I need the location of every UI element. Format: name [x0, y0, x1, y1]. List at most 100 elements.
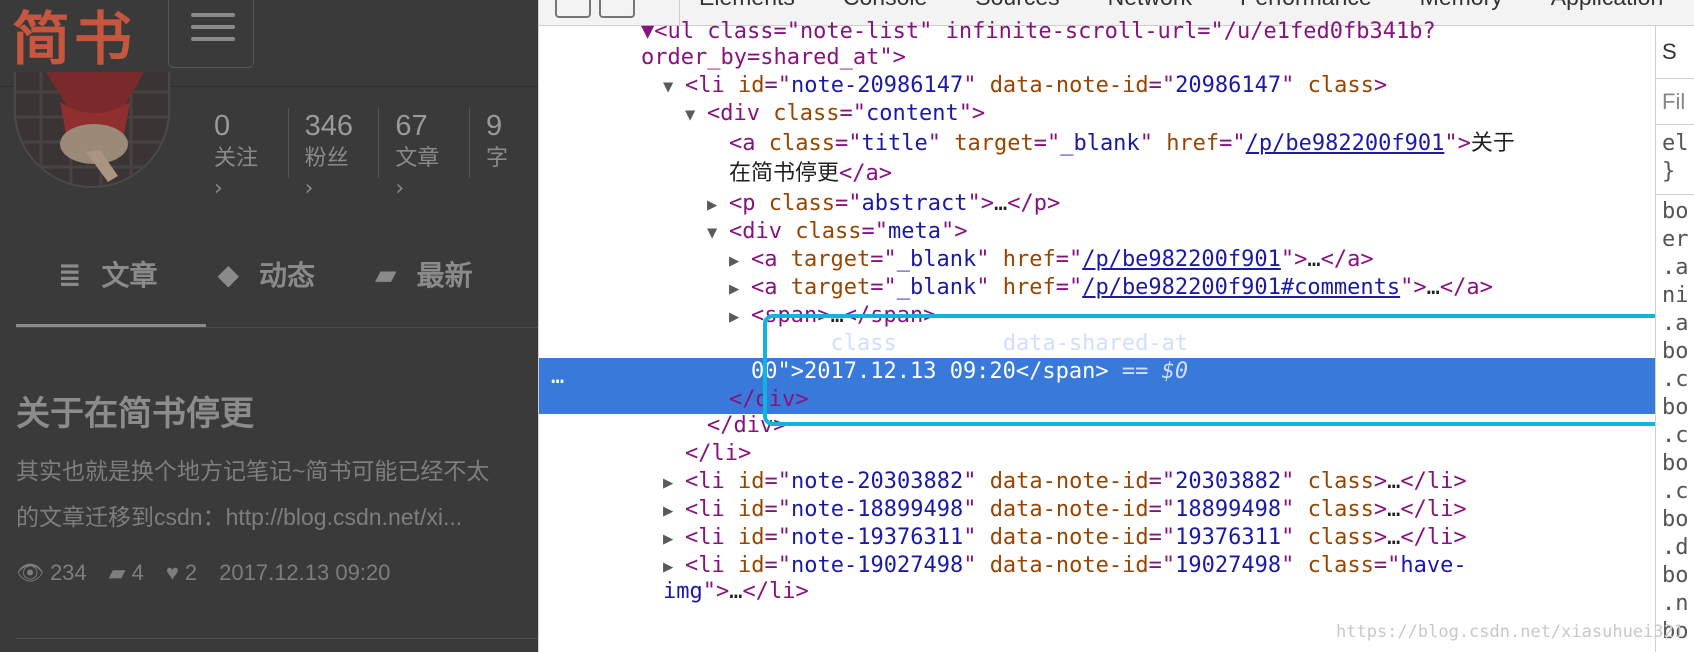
note-views[interactable]: 234	[50, 560, 87, 586]
heart-icon: ♥	[165, 560, 179, 585]
tab-latest-comments[interactable]: ▰ 最新	[375, 254, 473, 294]
dom-node-li[interactable]: ▼ <li id="note-20986147" data-note-id="20…	[663, 72, 1387, 100]
tab-memory[interactable]: Memory	[1420, 0, 1503, 11]
style-rule: bo	[1662, 339, 1689, 364]
tab-elements[interactable]: Elements	[699, 0, 795, 11]
jianshu-logo[interactable]: 简书	[12, 0, 136, 76]
tab-sources[interactable]: Sources	[975, 0, 1059, 11]
tab-console[interactable]: Console	[843, 0, 927, 11]
dom-node-meta-a1[interactable]: ▶ <a target="_blank" href="/p/be982200f90…	[729, 246, 1374, 274]
styles-tab[interactable]: S	[1662, 38, 1677, 66]
stat-label: 字	[485, 146, 508, 171]
tab-label: 最新	[416, 259, 473, 292]
dom-node-div-meta[interactable]: ▼ <div class="meta">	[707, 218, 967, 246]
style-rule: er	[1662, 227, 1689, 252]
styles-divider	[1656, 124, 1694, 125]
avatar-image	[16, 72, 168, 186]
note-abstract: 其实也就是换个地方记笔记~简书可能已经不太 的文章迁移到csdn：http://…	[16, 448, 538, 540]
note-title[interactable]: 关于在简书停更	[16, 386, 254, 435]
dom-node-div-content[interactable]: ▼ <div class="content">	[685, 100, 985, 128]
dom-node-ul-cont: order_by=shared_at">	[641, 44, 906, 72]
comment-icon: ▰	[108, 560, 126, 585]
stat-number: 346	[304, 110, 354, 142]
tab-application[interactable]: Application	[1551, 0, 1664, 11]
profile-tabs: ≣ 文章 ◆ 动态 ▰ 最新	[16, 254, 533, 294]
dom-node-li[interactable]: ▶ <li id="note-20303882" data-note-id="20…	[663, 468, 1467, 496]
note-meta: 👁 234 ▰ 4 ♥ 2 2017.12.13 09:20	[16, 560, 396, 586]
dom-node-li[interactable]: ▶ <li id="note-18899498" data-note-id="18…	[663, 496, 1467, 524]
tab-activity[interactable]: ◆ 动态	[217, 254, 315, 294]
inspect-element-icon[interactable]	[555, 0, 591, 18]
note-comments[interactable]: 4	[132, 560, 144, 586]
bell-icon: ◆	[217, 257, 240, 291]
note-abstract-line: 的文章迁移到csdn：http://blog.csdn.net/xi...	[16, 504, 463, 530]
tabs-divider	[16, 327, 538, 328]
menu-icon-bar	[191, 13, 235, 17]
menu-icon-bar	[191, 37, 235, 41]
dom-close-li: </li>	[685, 441, 752, 466]
document-icon: ≣	[58, 257, 82, 291]
dom-node-li[interactable]: ▶ <li id="note-19027498" data-note-id="19…	[663, 552, 1467, 580]
style-rule: .c	[1662, 423, 1689, 448]
style-rule: bo	[1662, 563, 1689, 588]
expand-triangle-icon[interactable]: ▶	[729, 275, 751, 303]
expand-triangle-icon[interactable]: ▶	[707, 191, 729, 219]
expand-triangle-icon[interactable]: ▶	[663, 497, 685, 525]
user-stats: 0 关注 › 346 粉丝 › 67 文章 › 9 字	[214, 108, 538, 201]
stat-label: 关注 ›	[214, 146, 259, 201]
dom-node-meta-a2[interactable]: ▶ <a target="_blank" href="/p/be982200f90…	[729, 274, 1493, 302]
stat-label: 文章 ›	[395, 146, 440, 201]
more-options-icon[interactable]: …	[551, 364, 564, 389]
style-rule: .a	[1662, 255, 1689, 280]
stat-followers[interactable]: 346 粉丝 ›	[304, 108, 380, 201]
style-rule: bo	[1662, 451, 1689, 476]
style-rule: .a	[1662, 311, 1689, 336]
stat-following[interactable]: 0 关注 ›	[214, 108, 289, 201]
tab-performance[interactable]: Performance	[1240, 0, 1372, 11]
menu-button[interactable]	[168, 0, 254, 68]
dom-text: ▼<ul class="note-list" infinite-scroll-u…	[641, 19, 1436, 44]
styles-filter-input[interactable]: Fil	[1662, 88, 1685, 116]
style-rule: bo	[1662, 199, 1689, 224]
stat-words[interactable]: 9 字	[486, 108, 522, 178]
style-rule: bo	[1662, 507, 1689, 532]
style-rule: bo	[1662, 395, 1689, 420]
collapse-triangle-icon[interactable]: ▼	[663, 73, 685, 101]
stat-number: 9	[485, 110, 503, 142]
devtools-panel: Elements Console Sources Network Perform…	[538, 0, 1694, 652]
note-divider	[16, 638, 538, 639]
dom-link[interactable]: /p/be982200f901#comments	[1082, 275, 1400, 300]
expand-triangle-icon[interactable]: ▶	[729, 303, 751, 331]
styles-divider	[1656, 78, 1694, 79]
tab-network[interactable]: Network	[1108, 0, 1192, 11]
styles-divider	[1656, 194, 1694, 195]
tab-label: 文章	[101, 259, 158, 292]
expand-triangle-icon[interactable]: ▶	[729, 247, 751, 275]
tab-articles[interactable]: ≣ 文章	[16, 254, 157, 294]
dom-node-ul[interactable]: ▼<ul class="note-list" infinite-scroll-u…	[641, 18, 1436, 46]
note-likes: 2	[184, 560, 198, 585]
jianshu-page: 简书 0 关注 › 346 粉丝 › 67 文章 › 9 字 ≣ 文章 ◆ 动态…	[0, 0, 538, 652]
dom-text: order_by=shared_at">	[641, 45, 906, 70]
dom-node-a-title[interactable]: <a class="title" target="_blank" href="/…	[729, 130, 1515, 158]
expand-triangle-icon[interactable]: ▶	[663, 553, 685, 581]
device-toolbar-icon[interactable]	[599, 0, 635, 18]
dom-node-li[interactable]: ▶ <li id="note-19376311" data-note-id="19…	[663, 524, 1467, 552]
style-rule: }	[1662, 159, 1676, 184]
style-rule: .n	[1662, 591, 1689, 616]
style-rule: .d	[1662, 535, 1689, 560]
avatar[interactable]	[14, 72, 170, 188]
expand-triangle-icon[interactable]: ▶	[663, 469, 685, 497]
expand-triangle-icon[interactable]: ▶	[663, 525, 685, 553]
style-rule: ni	[1662, 283, 1689, 308]
note-time: 2017.12.13 09:20	[219, 560, 391, 585]
dom-node-p-abstract[interactable]: ▶ <p class="abstract">…</p>	[707, 190, 1060, 218]
dom-link[interactable]: /p/be982200f901	[1246, 131, 1445, 156]
eye-icon: 👁	[16, 560, 44, 585]
dom-link[interactable]: /p/be982200f901	[1082, 247, 1281, 272]
collapse-triangle-icon[interactable]: ▼	[685, 101, 707, 129]
stat-articles[interactable]: 67 文章 ›	[395, 108, 470, 201]
tab-label: 动态	[259, 259, 316, 292]
collapse-triangle-icon[interactable]: ▼	[707, 219, 729, 247]
comments-icon: ▰	[375, 257, 397, 291]
